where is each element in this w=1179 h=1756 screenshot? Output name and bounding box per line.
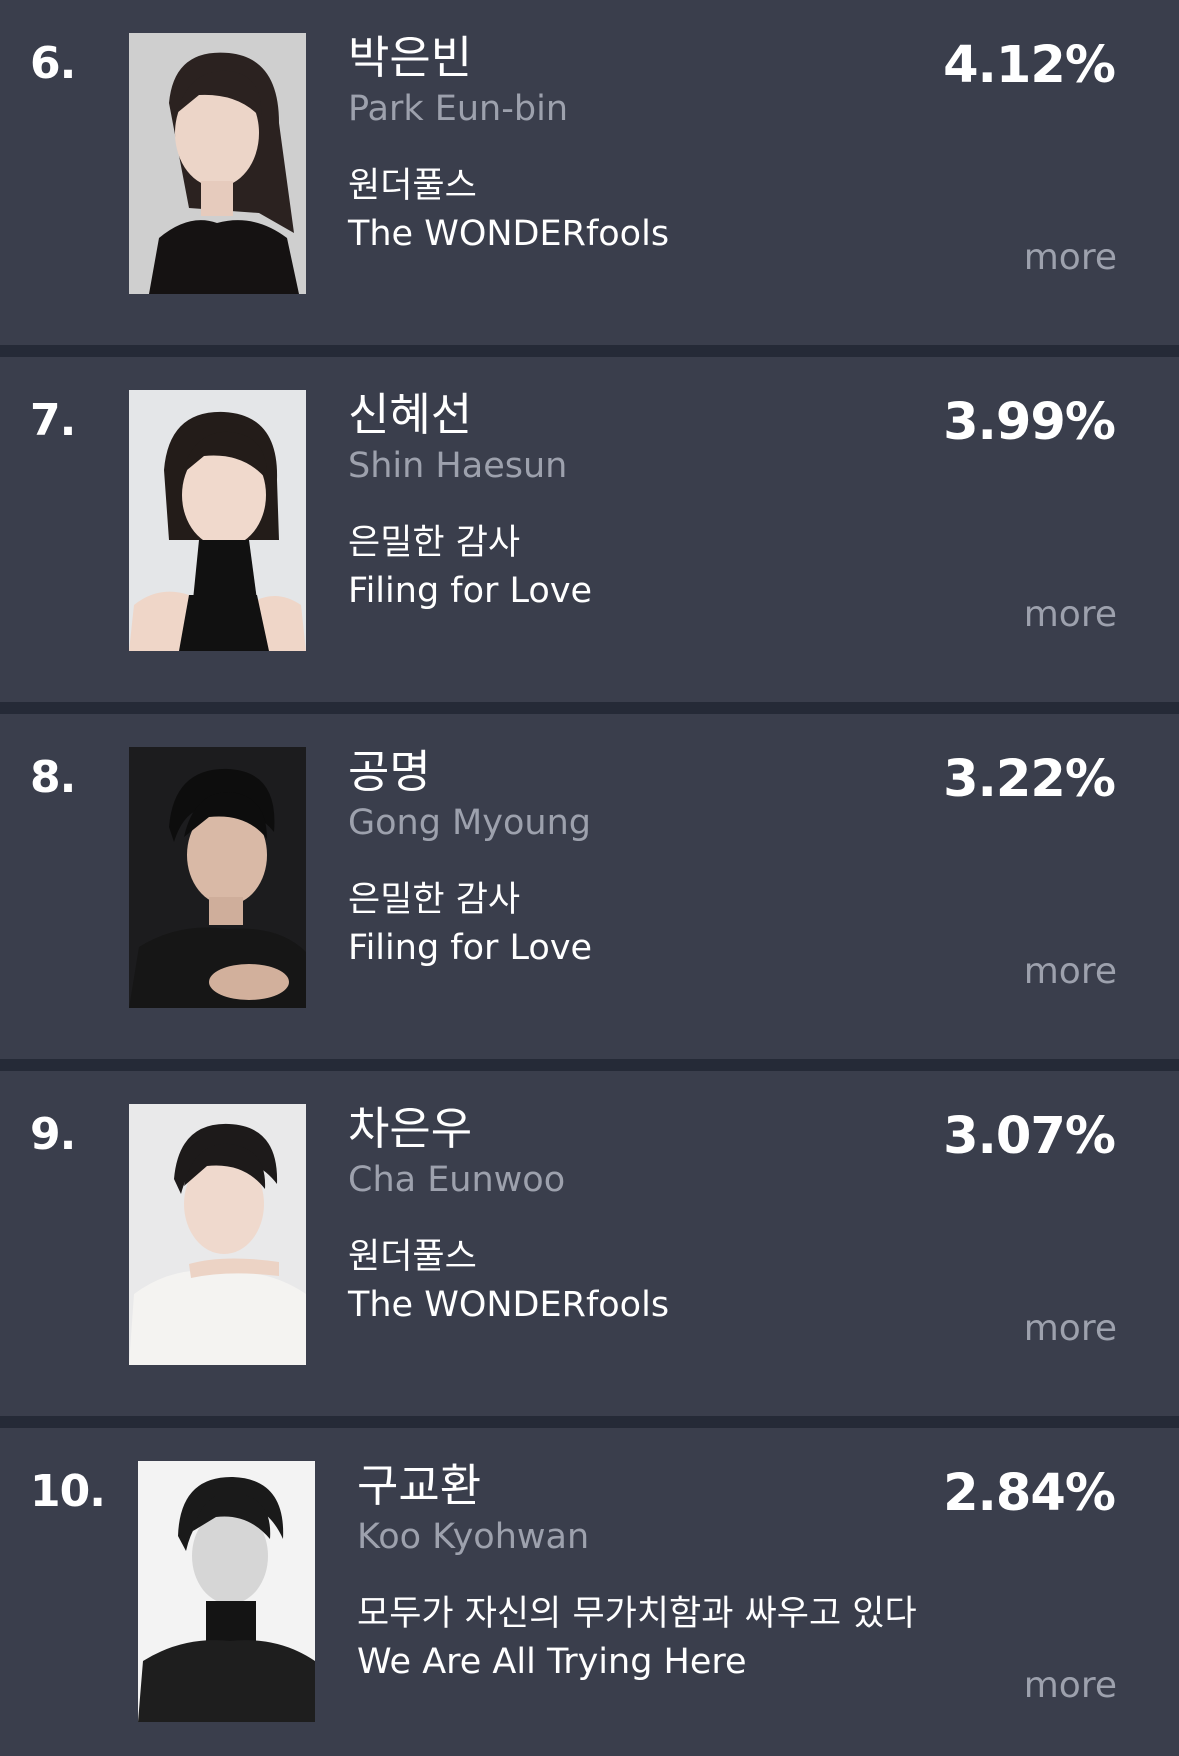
actor-name-english: Park Eun-bin bbox=[348, 89, 568, 129]
ranking-row: 9. 차은우 Cha Eunwoo 원더풀스 The WONDERfools 3… bbox=[0, 1071, 1179, 1416]
show-title-korean: 은밀한 감사 bbox=[348, 523, 521, 563]
vote-percentage: 3.07% bbox=[943, 1107, 1116, 1166]
vote-percentage: 4.12% bbox=[943, 36, 1116, 95]
actor-name-english: Gong Myoung bbox=[348, 803, 591, 843]
show-title-korean: 원더풀스 bbox=[348, 166, 477, 206]
rank-number: 8. bbox=[30, 752, 76, 803]
actor-name-korean: 신혜선 bbox=[348, 388, 473, 441]
more-link[interactable]: more bbox=[1024, 1662, 1117, 1710]
vote-percentage: 3.99% bbox=[943, 393, 1116, 452]
actor-info: 신혜선 Shin Haesun 은밀한 감사 Filing for Love bbox=[348, 387, 592, 615]
actor-info: 차은우 Cha Eunwoo 원더풀스 The WONDERfools bbox=[348, 1101, 669, 1329]
vote-percentage: 2.84% bbox=[943, 1464, 1116, 1523]
actor-name-korean: 박은빈 bbox=[348, 31, 473, 84]
more-link[interactable]: more bbox=[1024, 234, 1117, 282]
actor-name-korean: 구교환 bbox=[357, 1459, 482, 1512]
rank-number: 6. bbox=[30, 38, 76, 89]
actor-photo[interactable] bbox=[129, 747, 306, 1008]
ranking-list: 6. 박은빈 Park Eun-bin 원더풀스 The WONDERfools… bbox=[0, 0, 1179, 1756]
actor-name-korean: 차은우 bbox=[348, 1102, 473, 1155]
actor-name-english: Koo Kyohwan bbox=[357, 1517, 590, 1557]
ranking-row: 6. 박은빈 Park Eun-bin 원더풀스 The WONDERfools… bbox=[0, 0, 1179, 345]
actor-name-korean: 공명 bbox=[348, 745, 431, 798]
actor-name-english: Cha Eunwoo bbox=[348, 1160, 566, 1200]
ranking-row: 7. 신혜선 Shin Haesun 은밀한 감사 Filing for Lov… bbox=[0, 357, 1179, 702]
actor-photo[interactable] bbox=[129, 1104, 306, 1365]
show-title-korean: 원더풀스 bbox=[348, 1237, 477, 1277]
rank-number: 10. bbox=[30, 1466, 106, 1517]
more-link[interactable]: more bbox=[1024, 591, 1117, 639]
rank-number: 9. bbox=[30, 1109, 76, 1160]
show-title-korean: 은밀한 감사 bbox=[348, 880, 521, 920]
more-link[interactable]: more bbox=[1024, 1305, 1117, 1353]
actor-info: 구교환 Koo Kyohwan 모두가 자신의 무가치함과 싸우고 있다 We … bbox=[357, 1458, 917, 1686]
actor-photo[interactable] bbox=[129, 390, 306, 651]
vote-percentage: 3.22% bbox=[943, 750, 1116, 809]
show-title-english: Filing for Love bbox=[348, 571, 593, 611]
ranking-row: 8. 공명 Gong Myoung 은밀한 감사 Filing for Love… bbox=[0, 714, 1179, 1059]
show-title-english: The WONDERfools bbox=[348, 1285, 670, 1325]
rank-number: 7. bbox=[30, 395, 76, 446]
actor-photo[interactable] bbox=[138, 1461, 315, 1722]
more-link[interactable]: more bbox=[1024, 948, 1117, 996]
actor-info: 박은빈 Park Eun-bin 원더풀스 The WONDERfools bbox=[348, 30, 669, 258]
actor-photo[interactable] bbox=[129, 33, 306, 294]
actor-info: 공명 Gong Myoung 은밀한 감사 Filing for Love bbox=[348, 744, 592, 972]
show-title-english: We Are All Trying Here bbox=[357, 1642, 747, 1682]
actor-name-english: Shin Haesun bbox=[348, 446, 568, 486]
show-title-english: Filing for Love bbox=[348, 928, 593, 968]
ranking-row: 10. 구교환 Koo Kyohwan 모두가 자신의 무가치함과 싸우고 있다… bbox=[0, 1428, 1179, 1756]
show-title-english: The WONDERfools bbox=[348, 214, 670, 254]
show-title-korean: 모두가 자신의 무가치함과 싸우고 있다 bbox=[357, 1594, 917, 1634]
